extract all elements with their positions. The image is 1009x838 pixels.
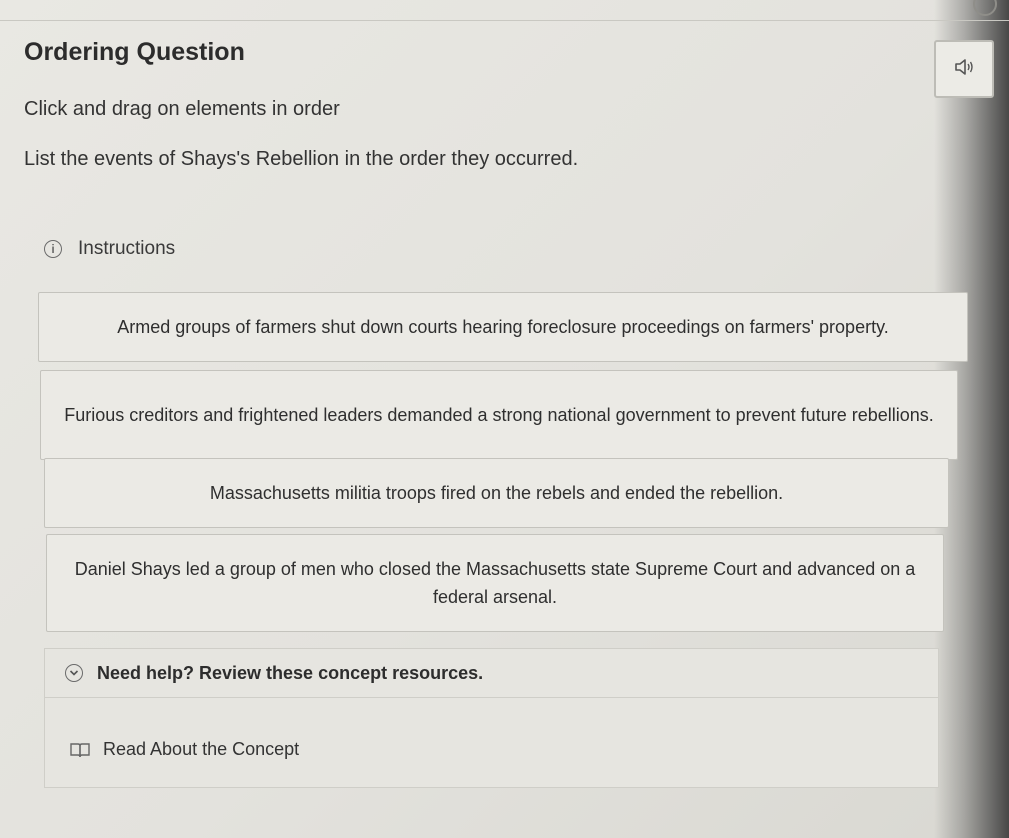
chevron-down-icon [65,664,83,682]
order-item-text: Daniel Shays led a group of men who clos… [74,559,916,607]
order-item-text: Massachusetts militia troops fired on th… [209,483,784,503]
question-subtitle: Click and drag on elements in order [24,98,340,120]
instructions-toggle[interactable]: i Instructions [44,238,175,260]
book-icon [69,741,91,759]
concept-resources-panel: Need help? Review these concept resource… [44,648,939,788]
info-icon: i [44,240,62,258]
order-item[interactable]: Furious creditors and frightened leaders… [40,370,958,460]
speaker-icon [953,57,975,82]
read-about-concept-link[interactable]: Read About the Concept [69,739,299,760]
concept-resources-header: Need help? Review these concept resource… [97,662,484,683]
read-about-concept-label: Read About the Concept [103,739,300,759]
instructions-label: Instructions [78,238,176,259]
order-item-text: Furious creditors and frightened leaders… [64,405,934,425]
order-item[interactable]: Armed groups of farmers shut down courts… [38,292,968,362]
page-title: Ordering Question [24,38,245,66]
question-prompt: List the events of Shays's Rebellion in … [24,148,579,170]
order-item[interactable]: Daniel Shays led a group of men who clos… [46,534,944,632]
order-item[interactable]: Massachusetts militia troops fired on th… [44,458,949,528]
top-divider [0,20,1009,21]
order-item-text: Armed groups of farmers shut down courts… [117,317,889,337]
read-aloud-button[interactable] [934,40,994,98]
concept-resources-toggle[interactable]: Need help? Review these concept resource… [45,649,938,698]
